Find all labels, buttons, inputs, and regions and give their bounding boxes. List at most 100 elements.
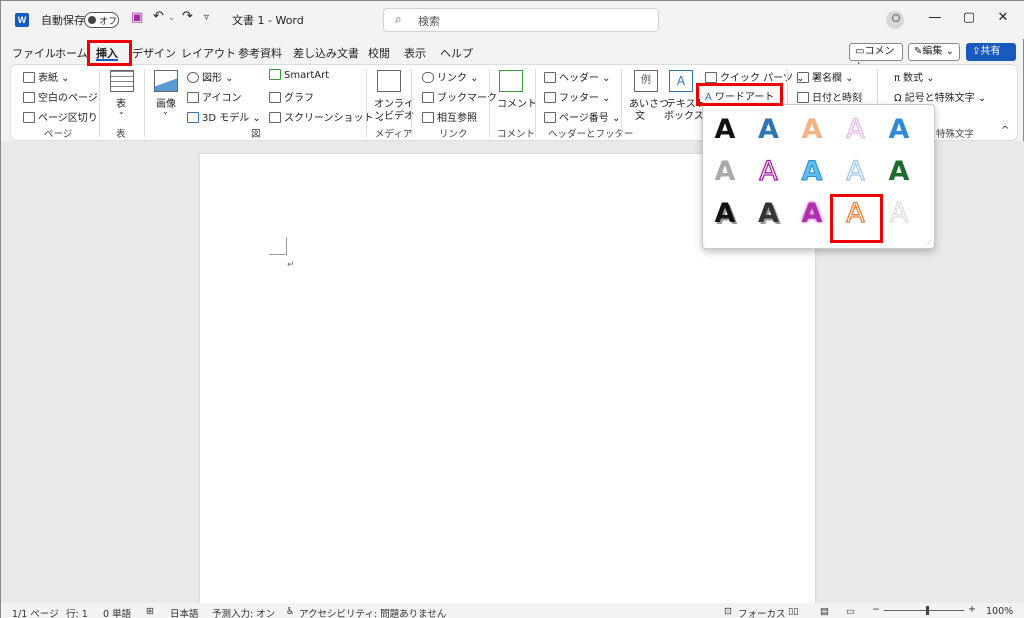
footer-button[interactable]: フッター ⌄ xyxy=(544,89,611,104)
zoom-slider-thumb[interactable] xyxy=(926,606,929,615)
wordart-style-fill-green[interactable]: A xyxy=(881,154,917,190)
wordart-style-fill-magenta[interactable]: A xyxy=(794,196,830,232)
autosave-toggle[interactable]: オフ xyxy=(84,12,119,28)
page-break-button[interactable]: ページ区切り xyxy=(23,109,98,124)
chart-icon xyxy=(269,92,281,103)
blank-page-icon xyxy=(23,92,35,103)
header-label: ヘッダー xyxy=(559,73,599,84)
quick-parts-button[interactable]: クイック パーツ ⌄ xyxy=(705,69,805,84)
wordart-style-outline-purple[interactable]: A xyxy=(751,154,787,190)
wordart-style-shadow-gray[interactable]: A xyxy=(751,196,787,232)
accessibility-icon[interactable]: ♿ xyxy=(286,606,295,617)
tab-help[interactable]: ヘルプ xyxy=(440,45,473,61)
close-icon[interactable]: ✕ xyxy=(993,10,1013,25)
word-count[interactable]: 0 単語 xyxy=(103,606,131,618)
wordart-style-fill-gray[interactable]: A xyxy=(707,154,743,190)
undo-icon[interactable]: ↶ xyxy=(153,9,164,24)
tab-file[interactable]: ファイル xyxy=(12,45,56,61)
zoom-slider[interactable] xyxy=(884,610,964,611)
online-video-icon[interactable] xyxy=(377,70,401,92)
customize-qat-icon[interactable]: ▿ xyxy=(204,12,209,23)
edit-mode-button[interactable]: ✎編集 ⌄ xyxy=(908,43,960,61)
shapes-button[interactable]: 図形 ⌄ xyxy=(187,69,234,84)
proofing-icon[interactable]: ⊞ xyxy=(146,606,154,617)
tab-home[interactable]: ホーム xyxy=(55,45,88,61)
read-mode-icon[interactable]: ▯▯ xyxy=(788,606,798,617)
focus-icon[interactable]: ⊡ xyxy=(724,606,732,617)
cover-page-button[interactable]: 表紙 ⌄ xyxy=(23,69,70,84)
language[interactable]: 日本語 xyxy=(170,606,199,618)
page-count[interactable]: 1/1 ページ xyxy=(12,606,59,618)
footer-label: フッター xyxy=(559,93,599,104)
wordart-style-outline-pink[interactable]: A xyxy=(838,112,874,148)
wordart-style-outline-blue[interactable]: A xyxy=(838,154,874,190)
new-comment-icon[interactable] xyxy=(499,70,523,92)
maximize-icon[interactable]: ▢ xyxy=(959,10,979,25)
ribbon-separator xyxy=(411,69,412,137)
redo-icon[interactable]: ↷ xyxy=(182,9,193,24)
pi-icon: π xyxy=(894,73,901,84)
wordart-style-fill-blue-bright[interactable]: A xyxy=(881,112,917,148)
cross-reference-button[interactable]: 相互参照 xyxy=(422,109,477,124)
signature-line-button[interactable]: 署名欄 ⌄ xyxy=(797,69,854,84)
picture-icon[interactable] xyxy=(154,70,178,92)
text-box-label-2[interactable]: ボックス xyxy=(664,107,704,122)
new-comment-label[interactable]: コメント xyxy=(497,95,537,110)
link-button[interactable]: リンク ⌄ xyxy=(422,69,479,84)
online-video-label-2[interactable]: ンビデオ xyxy=(374,107,414,122)
minimize-icon[interactable]: — xyxy=(925,10,945,25)
equation-button[interactable]: π 数式 ⌄ xyxy=(894,69,935,84)
date-time-button[interactable]: 日付と時刻 xyxy=(797,89,862,104)
focus-mode[interactable]: フォーカス xyxy=(738,606,786,618)
account-avatar[interactable] xyxy=(886,11,904,29)
symbol-button[interactable]: Ω 記号と特殊文字 ⌄ xyxy=(894,89,986,104)
icons-icon xyxy=(187,92,199,103)
undo-dropdown-icon[interactable]: ⌄ xyxy=(168,13,176,23)
collapse-ribbon-icon[interactable]: ^ xyxy=(1001,125,1009,136)
accessibility-status[interactable]: アクセシビリティ: 問題ありません xyxy=(299,606,446,618)
table-dropdown-icon[interactable]: ⌄ xyxy=(118,107,125,116)
tab-review[interactable]: 校閲 xyxy=(368,45,390,61)
wordart-style-fill-cyan[interactable]: A xyxy=(794,154,830,190)
comment-button[interactable]: ▭コメント xyxy=(849,43,903,73)
greeting-label-2[interactable]: 文 xyxy=(635,107,645,122)
cross-reference-icon xyxy=(422,112,434,123)
screenshot-button[interactable]: スクリーンショット ⌄ xyxy=(269,109,385,124)
tab-mailings[interactable]: 差し込み文書 xyxy=(293,45,359,61)
tab-view[interactable]: 表示 xyxy=(404,45,426,61)
bookmark-button[interactable]: ブックマーク xyxy=(422,89,497,104)
chart-button[interactable]: グラフ xyxy=(269,89,314,104)
save-icon[interactable]: ▣ xyxy=(131,10,143,25)
tab-layout[interactable]: レイアウト xyxy=(181,45,236,61)
text-box-icon[interactable]: A xyxy=(669,70,693,92)
table-icon[interactable] xyxy=(110,70,134,92)
wordart-style-outline-silver[interactable]: A xyxy=(881,196,917,232)
tab-design[interactable]: デザイン xyxy=(132,45,176,61)
smartart-button[interactable]: SmartArt xyxy=(269,69,329,81)
greeting-sample-icon[interactable]: 例 xyxy=(634,70,658,92)
wordart-style-shadow-black[interactable]: A xyxy=(707,196,743,232)
resize-grip-icon[interactable]: ⋰ xyxy=(925,239,932,247)
wordart-style-fill-orange-light[interactable]: A xyxy=(794,112,830,148)
share-button[interactable]: ⇪共有 xyxy=(966,43,1016,61)
zoom-in-icon[interactable]: + xyxy=(968,604,976,615)
tab-references[interactable]: 参考資料 xyxy=(238,45,282,61)
search-box[interactable]: ⌕ 検索 xyxy=(383,8,659,32)
zoom-out-icon[interactable]: − xyxy=(872,604,880,615)
print-layout-icon[interactable]: ▤ xyxy=(820,606,829,617)
ribbon-separator xyxy=(366,69,367,137)
image-dropdown-icon[interactable]: ⌄ xyxy=(162,107,169,116)
page-number-button[interactable]: ページ番号 ⌄ xyxy=(544,109,620,124)
header-button[interactable]: ヘッダー ⌄ xyxy=(544,69,611,84)
status-bar xyxy=(1,603,1024,618)
blank-page-button[interactable]: 空白のページ xyxy=(23,89,98,104)
cover-page-label: 表紙 xyxy=(38,73,58,84)
wordart-style-fill-black[interactable]: A xyxy=(707,112,743,148)
wordart-style-fill-blue[interactable]: A xyxy=(751,112,787,148)
web-layout-icon[interactable]: ▭ xyxy=(846,606,855,617)
icons-button[interactable]: アイコン xyxy=(187,89,242,104)
3d-models-button[interactable]: 3D モデル ⌄ xyxy=(187,109,261,124)
text-prediction[interactable]: 予測入力: オン xyxy=(212,606,275,618)
link-label: リンク xyxy=(437,73,467,84)
zoom-level[interactable]: 100% xyxy=(986,606,1013,617)
